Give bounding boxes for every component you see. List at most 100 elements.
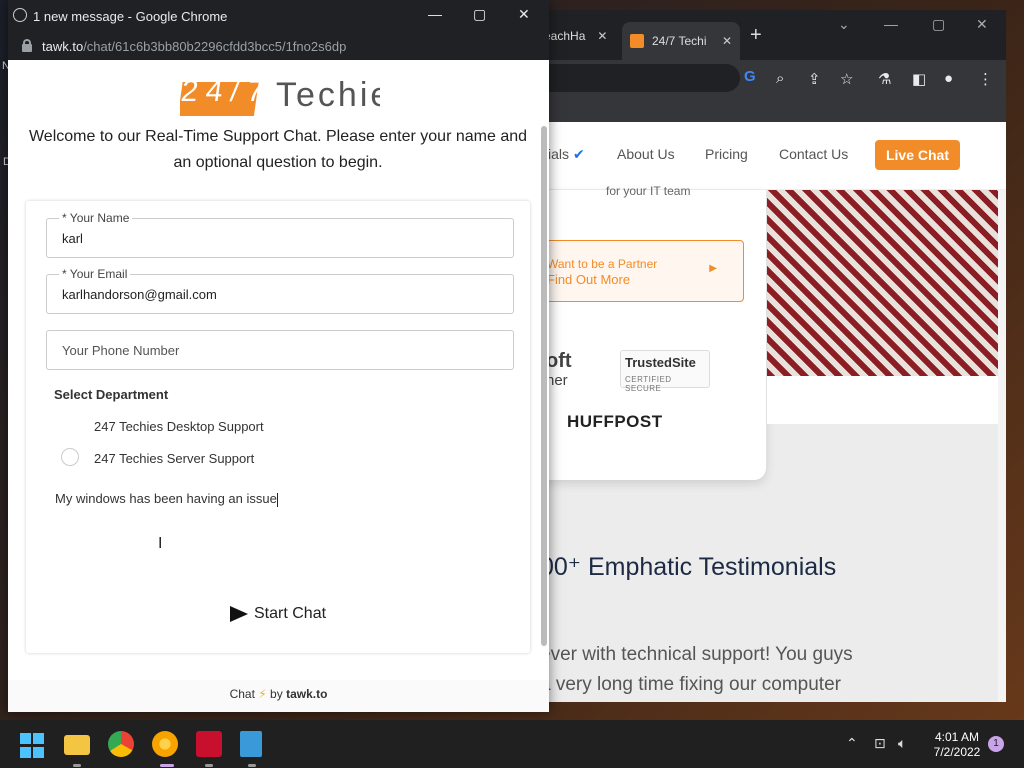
bookmarks-bar (540, 96, 1006, 122)
volume-icon[interactable]: 🔈︎ (898, 735, 906, 752)
chrome-canary-icon[interactable] (152, 731, 178, 757)
tab-other[interactable]: eachHa ✕ (544, 22, 614, 50)
send-icon (230, 606, 248, 622)
arrow-right-icon: ▶ (709, 263, 717, 274)
popup-url-bar: tawk.to /chat/61c6b3bb80b2296cfdd3bcc5/1… (8, 32, 549, 60)
chrome-icon[interactable] (108, 731, 134, 757)
running-indicator (73, 764, 81, 767)
testimonial-text: ever with technical support! You guys a … (540, 640, 853, 700)
file-explorer-icon[interactable] (64, 735, 90, 755)
close-window-icon[interactable]: ✕ (518, 6, 530, 23)
tab-strip: eachHa ✕ 24/7 Techi ✕ + ⌄ — ▢ ✕ (540, 10, 1006, 60)
window-title: 1 new message - Google Chrome (33, 8, 228, 24)
labs-icon[interactable]: ⚗ (878, 70, 891, 88)
email-field[interactable]: * Your Email karlhandorson@gmail.com (46, 267, 514, 314)
bookmark-star-icon[interactable]: ☆ (840, 70, 853, 88)
card-subtitle: for your IT team (606, 184, 691, 198)
close-window-icon[interactable]: ✕ (976, 16, 988, 33)
address-bar[interactable] (540, 64, 740, 92)
minimize-icon[interactable]: — (884, 16, 898, 32)
close-tab-icon[interactable]: ✕ (722, 34, 732, 48)
side-panel-icon[interactable]: ◧ (912, 70, 926, 88)
notification-badge[interactable]: 1 (988, 736, 1004, 752)
chat-body: 24/7 Techies Welcome to our Real-Time Su… (8, 60, 549, 712)
photo-caption-area (767, 376, 998, 424)
network-icon[interactable]: ⊡ (874, 735, 886, 752)
text-caret (276, 492, 278, 507)
start-button[interactable] (20, 733, 46, 759)
testimonial-line: ever with technical support! You guys (540, 644, 853, 665)
huffpost-logo: HUFFPOST (567, 412, 663, 431)
nav-link-pricing[interactable]: Pricing (705, 146, 748, 162)
tab-label: eachHa (544, 29, 586, 43)
lock-icon (22, 39, 32, 52)
partner-line2: Find Out More (547, 272, 631, 287)
active-indicator (160, 764, 174, 767)
taskbar: ⌃ ⊡ 🔈︎ 4:01 AM 7/2/2022 (0, 720, 1024, 768)
chat-popup-window[interactable]: 1 new message - Google Chrome — ▢ ✕ tawk… (8, 0, 549, 712)
phone-field[interactable]: Your Phone Number (46, 330, 514, 370)
footer-brand: tawk.to (286, 687, 328, 701)
running-indicator (205, 764, 213, 767)
name-field[interactable]: * Your Name karl (46, 211, 514, 258)
zoom-icon[interactable]: ⌕ (776, 70, 784, 87)
start-chat-button[interactable]: Start Chat (230, 605, 326, 623)
footer-by: by (270, 687, 283, 701)
start-chat-label: Start Chat (254, 605, 327, 622)
partner-link[interactable]: Want to be a Partner Find Out More ▶ (540, 240, 744, 302)
powered-by-footer[interactable]: Chat ⚡ by tawk.to (8, 680, 549, 712)
system-clock[interactable]: 4:01 AM 7/2/2022 (928, 730, 986, 760)
logo-wordmark: Techies (276, 76, 380, 114)
url-domain: tawk.to (42, 38, 84, 54)
department-option-desktop[interactable]: 247 Techies Desktop Support (94, 419, 264, 434)
url-path: /chat/61c6b3bb80b2296cfdd3bcc5/1fno2s6dp (83, 38, 347, 54)
close-tab-icon[interactable]: ✕ (597, 29, 607, 43)
site-favicon-icon (630, 34, 644, 48)
company-logo: 24/7 Techies (180, 68, 380, 116)
microsoft-logo-text: oft (546, 350, 572, 372)
tab-search-icon[interactable]: ⌄ (838, 16, 850, 33)
welcome-message: Welcome to our Real-Time Support Chat. P… (28, 128, 528, 171)
logo-number: 24/7 (180, 82, 259, 116)
tab-label: 24/7 Techi (652, 34, 707, 48)
nav-link-about[interactable]: About Us (617, 146, 675, 162)
profile-icon[interactable]: ● (944, 70, 953, 87)
message-textarea[interactable]: My windows has been having an issue (55, 491, 278, 507)
partner-line1: Want to be a Partner (547, 257, 658, 271)
restore-icon[interactable]: ▢ (932, 16, 945, 33)
email-label: * Your Email (59, 267, 131, 281)
clock-time: 4:01 AM (934, 730, 980, 744)
trustedsite-badge: TrustedSite CERTIFIED SECURE (620, 350, 710, 393)
minimize-icon[interactable]: — (428, 6, 442, 22)
chat-scrollbar[interactable] (541, 126, 547, 646)
share-icon[interactable]: ⇪ (808, 70, 821, 88)
department-radio-server[interactable] (61, 448, 79, 466)
content-area: for your IT team Want to be a Partner Fi… (540, 184, 1006, 702)
nav-link-contact[interactable]: Contact Us (779, 146, 848, 162)
clock-date: 7/2/2022 (933, 745, 981, 759)
trusted-title: TrustedSite (625, 355, 696, 370)
department-option-server[interactable]: 247 Techies Server Support (94, 451, 254, 466)
footer-chat: Chat (229, 687, 255, 701)
testimonial-line: a very long time fixing our computer (540, 674, 841, 695)
microsoft-partner-text: ner (546, 372, 568, 389)
menu-icon[interactable]: ⋮ (978, 70, 993, 88)
nav-link-tutorials[interactable]: ials (548, 146, 569, 162)
notepad-icon[interactable] (240, 731, 262, 757)
verified-icon: ✔ (573, 146, 585, 162)
trusted-subtitle: CERTIFIED SECURE (625, 375, 672, 393)
info-card: for your IT team Want to be a Partner Fi… (540, 184, 766, 480)
maximize-icon[interactable]: ▢ (473, 6, 486, 23)
chevron-up-icon[interactable]: ⌃ (846, 735, 858, 752)
globe-icon (13, 8, 27, 22)
toolbar: G ⌕ ⇪ ☆ ⚗ ◧ ● ⋮ (540, 60, 1006, 96)
page-scrollbar[interactable] (998, 190, 1006, 702)
popup-titlebar[interactable]: 1 new message - Google Chrome — ▢ ✕ (8, 0, 549, 32)
running-indicator (248, 764, 256, 767)
app-icon[interactable] (196, 731, 222, 757)
tab-active[interactable]: 24/7 Techi ✕ (622, 22, 740, 60)
background-browser-window[interactable]: eachHa ✕ 24/7 Techi ✕ + ⌄ — ▢ ✕ G ⌕ ⇪ ☆ … (540, 10, 1006, 702)
new-tab-button[interactable]: + (750, 24, 762, 47)
google-icon[interactable]: G (744, 68, 756, 85)
live-chat-button[interactable]: Live Chat (875, 140, 960, 170)
